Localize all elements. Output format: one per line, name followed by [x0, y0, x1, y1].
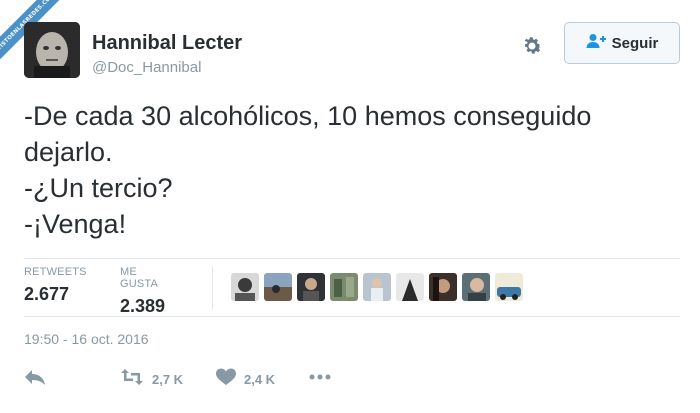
likes-value: 2.389: [120, 296, 166, 316]
user-handle[interactable]: @Doc_Hannibal: [92, 59, 201, 76]
liker-avatar[interactable]: [495, 273, 523, 301]
follow-button-label: Seguir: [611, 34, 659, 52]
liker-avatar[interactable]: [429, 273, 457, 301]
tweet-line: -¡Venga!: [24, 209, 127, 239]
retweets-label: RETWEETS: [24, 266, 87, 278]
like-button[interactable]: 2,4 K: [216, 368, 275, 391]
stats-separator: [212, 266, 213, 310]
tweet-line: -De cada 30 alcohólicos, 10 hemos conseg…: [24, 101, 592, 167]
liker-avatar[interactable]: [330, 273, 358, 301]
tweet-header: Hannibal Lecter @Doc_Hannibal Seguir: [24, 22, 680, 82]
display-name[interactable]: Hannibal Lecter: [92, 32, 242, 55]
tweet-text: -De cada 30 alcohólicos, 10 hemos conseg…: [24, 98, 684, 242]
heart-icon: [216, 368, 236, 391]
liker-avatars: [231, 273, 523, 301]
divider: [24, 316, 680, 317]
tweet-timestamp[interactable]: 19:50 - 16 oct. 2016: [24, 331, 149, 347]
tweet-line: -¿Un tercio?: [24, 173, 173, 203]
add-user-icon: [586, 33, 606, 53]
divider: [24, 258, 680, 259]
retweets-value: 2.677: [24, 284, 70, 304]
liker-avatar[interactable]: [264, 273, 292, 301]
more-button[interactable]: [308, 368, 332, 391]
like-count: 2,4 K: [244, 372, 276, 387]
retweet-count: 2,7 K: [152, 372, 184, 387]
avatar[interactable]: [24, 22, 80, 78]
reply-icon: [24, 368, 46, 391]
likes-stat[interactable]: ME GUSTA 2.389: [120, 266, 165, 317]
liker-avatar[interactable]: [396, 273, 424, 301]
follow-button[interactable]: Seguir: [564, 22, 680, 64]
liker-avatar[interactable]: [363, 273, 391, 301]
liker-avatar[interactable]: [462, 273, 490, 301]
tweet-actions: 2,7 K 2,4 K: [24, 368, 424, 390]
liker-avatar[interactable]: [231, 273, 259, 301]
reply-button[interactable]: [24, 368, 46, 391]
retweets-stat[interactable]: RETWEETS 2.677: [24, 266, 87, 305]
gear-icon[interactable]: [520, 34, 544, 58]
retweet-button[interactable]: 2,7 K: [120, 368, 183, 391]
retweet-icon: [120, 368, 144, 391]
likes-label: ME GUSTA: [120, 266, 159, 290]
liker-avatar[interactable]: [297, 273, 325, 301]
more-icon: [308, 368, 332, 391]
